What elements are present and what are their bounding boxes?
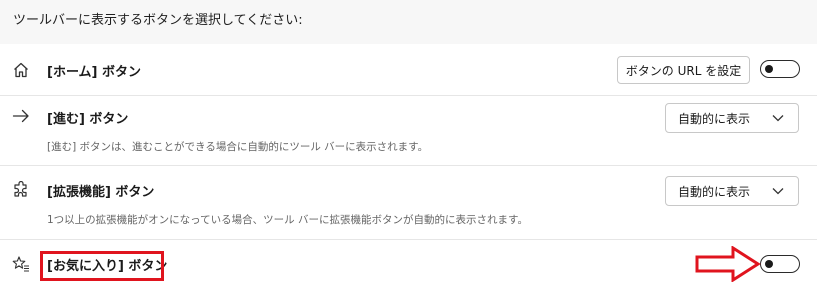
favorites-button-toggle[interactable] — [760, 255, 800, 273]
home-button-toggle[interactable] — [760, 60, 800, 78]
home-icon — [14, 62, 28, 78]
forward-button-select[interactable]: 自動的に表示 — [665, 103, 799, 133]
forward-button-row: [進む] ボタン [進む] ボタンは、進むことができる場合に自動的にツール バー… — [0, 96, 817, 166]
chevron-down-icon — [772, 115, 784, 122]
annotation-arrow-icon — [695, 246, 761, 282]
set-button-url-button[interactable]: ボタンの URL を設定 — [617, 56, 750, 84]
extensions-button-select[interactable]: 自動的に表示 — [665, 176, 799, 206]
home-button-row: [ホーム] ボタン ボタンの URL を設定 — [0, 44, 817, 96]
forward-button-description: [進む] ボタンは、進むことができる場合に自動的にツール バーに表示されます。 — [47, 141, 429, 153]
page-heading: ツールバーに表示するボタンを選択してください: — [13, 13, 303, 28]
toggle-knob — [765, 259, 773, 268]
extensions-button-description: 1つ以上の拡張機能がオンになっている場合、ツール バーに拡張機能ボタンが自動的に… — [47, 214, 528, 226]
select-value: 自動的に表示 — [678, 184, 751, 199]
favorites-icon — [12, 256, 29, 272]
toggle-knob — [765, 64, 773, 73]
select-value: 自動的に表示 — [678, 111, 751, 126]
annotation-highlight-box — [40, 251, 164, 281]
extensions-button-title: [拡張機能] ボタン — [47, 185, 155, 200]
chevron-down-icon — [772, 188, 784, 195]
forward-button-title: [進む] ボタン — [47, 112, 129, 127]
puzzle-icon — [14, 181, 27, 197]
extensions-button-row: [拡張機能] ボタン 1つ以上の拡張機能がオンになっている場合、ツール バーに拡… — [0, 166, 817, 240]
home-button-title: [ホーム] ボタン — [47, 65, 142, 80]
arrow-right-icon — [12, 109, 29, 123]
